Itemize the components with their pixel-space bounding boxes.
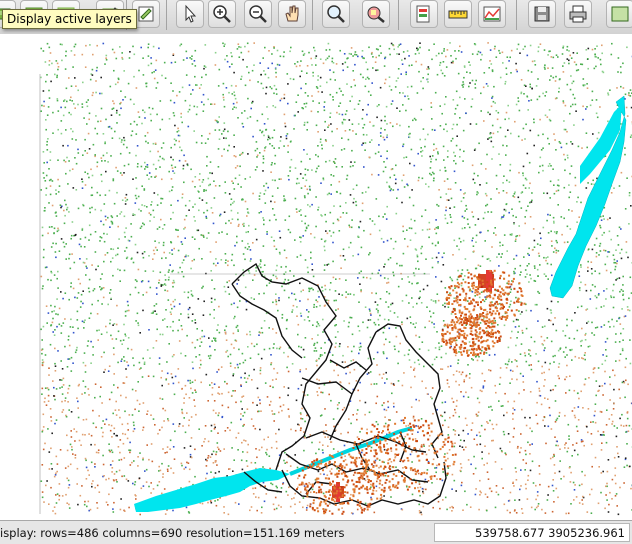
south-lake — [134, 468, 290, 512]
pointer-icon — [180, 4, 200, 24]
toolbar-separator — [312, 0, 313, 30]
map-display[interactable] — [0, 34, 632, 520]
urban-areas — [296, 269, 526, 515]
zoom-in-button[interactable] — [208, 0, 236, 28]
zoom-out-icon — [248, 4, 268, 24]
toolbar-separator — [516, 0, 517, 30]
tooltip: Display active layers — [2, 9, 137, 29]
profile-button[interactable] — [478, 0, 506, 28]
analyze-button[interactable] — [410, 0, 438, 28]
terrain-texture — [40, 42, 632, 516]
zoom-out-button[interactable] — [244, 0, 272, 28]
save-button[interactable] — [528, 0, 556, 28]
analyze-icon — [414, 4, 434, 24]
ruler-icon — [448, 4, 468, 24]
extra-button[interactable] — [606, 0, 632, 28]
pan-hand-icon — [282, 4, 302, 24]
print-icon — [568, 4, 588, 24]
pan-button[interactable] — [278, 0, 306, 28]
status-bar: isplay: rows=486 columns=690 resolution=… — [0, 520, 632, 544]
map-canvas[interactable] — [0, 34, 632, 520]
pointer-button[interactable] — [176, 0, 204, 28]
coordinates-field: 539758.677 3905236.961 — [434, 523, 630, 542]
map-icon — [610, 4, 630, 24]
profile-icon — [482, 4, 502, 24]
measure-button[interactable] — [444, 0, 472, 28]
eraser-icon — [136, 4, 156, 24]
zoom-in-icon — [212, 4, 232, 24]
print-button[interactable] — [564, 0, 592, 28]
zoom-extent-button[interactable] — [322, 0, 350, 28]
toolbar-separator — [166, 0, 167, 30]
toolbar-separator — [398, 0, 399, 30]
query-icon — [366, 4, 386, 24]
status-text: isplay: rows=486 columns=690 resolution=… — [0, 526, 345, 540]
save-icon — [532, 4, 552, 24]
query-button[interactable] — [362, 0, 390, 28]
zoom-extent-icon — [326, 4, 346, 24]
coordinates-value: 539758.677 3905236.961 — [475, 526, 625, 540]
